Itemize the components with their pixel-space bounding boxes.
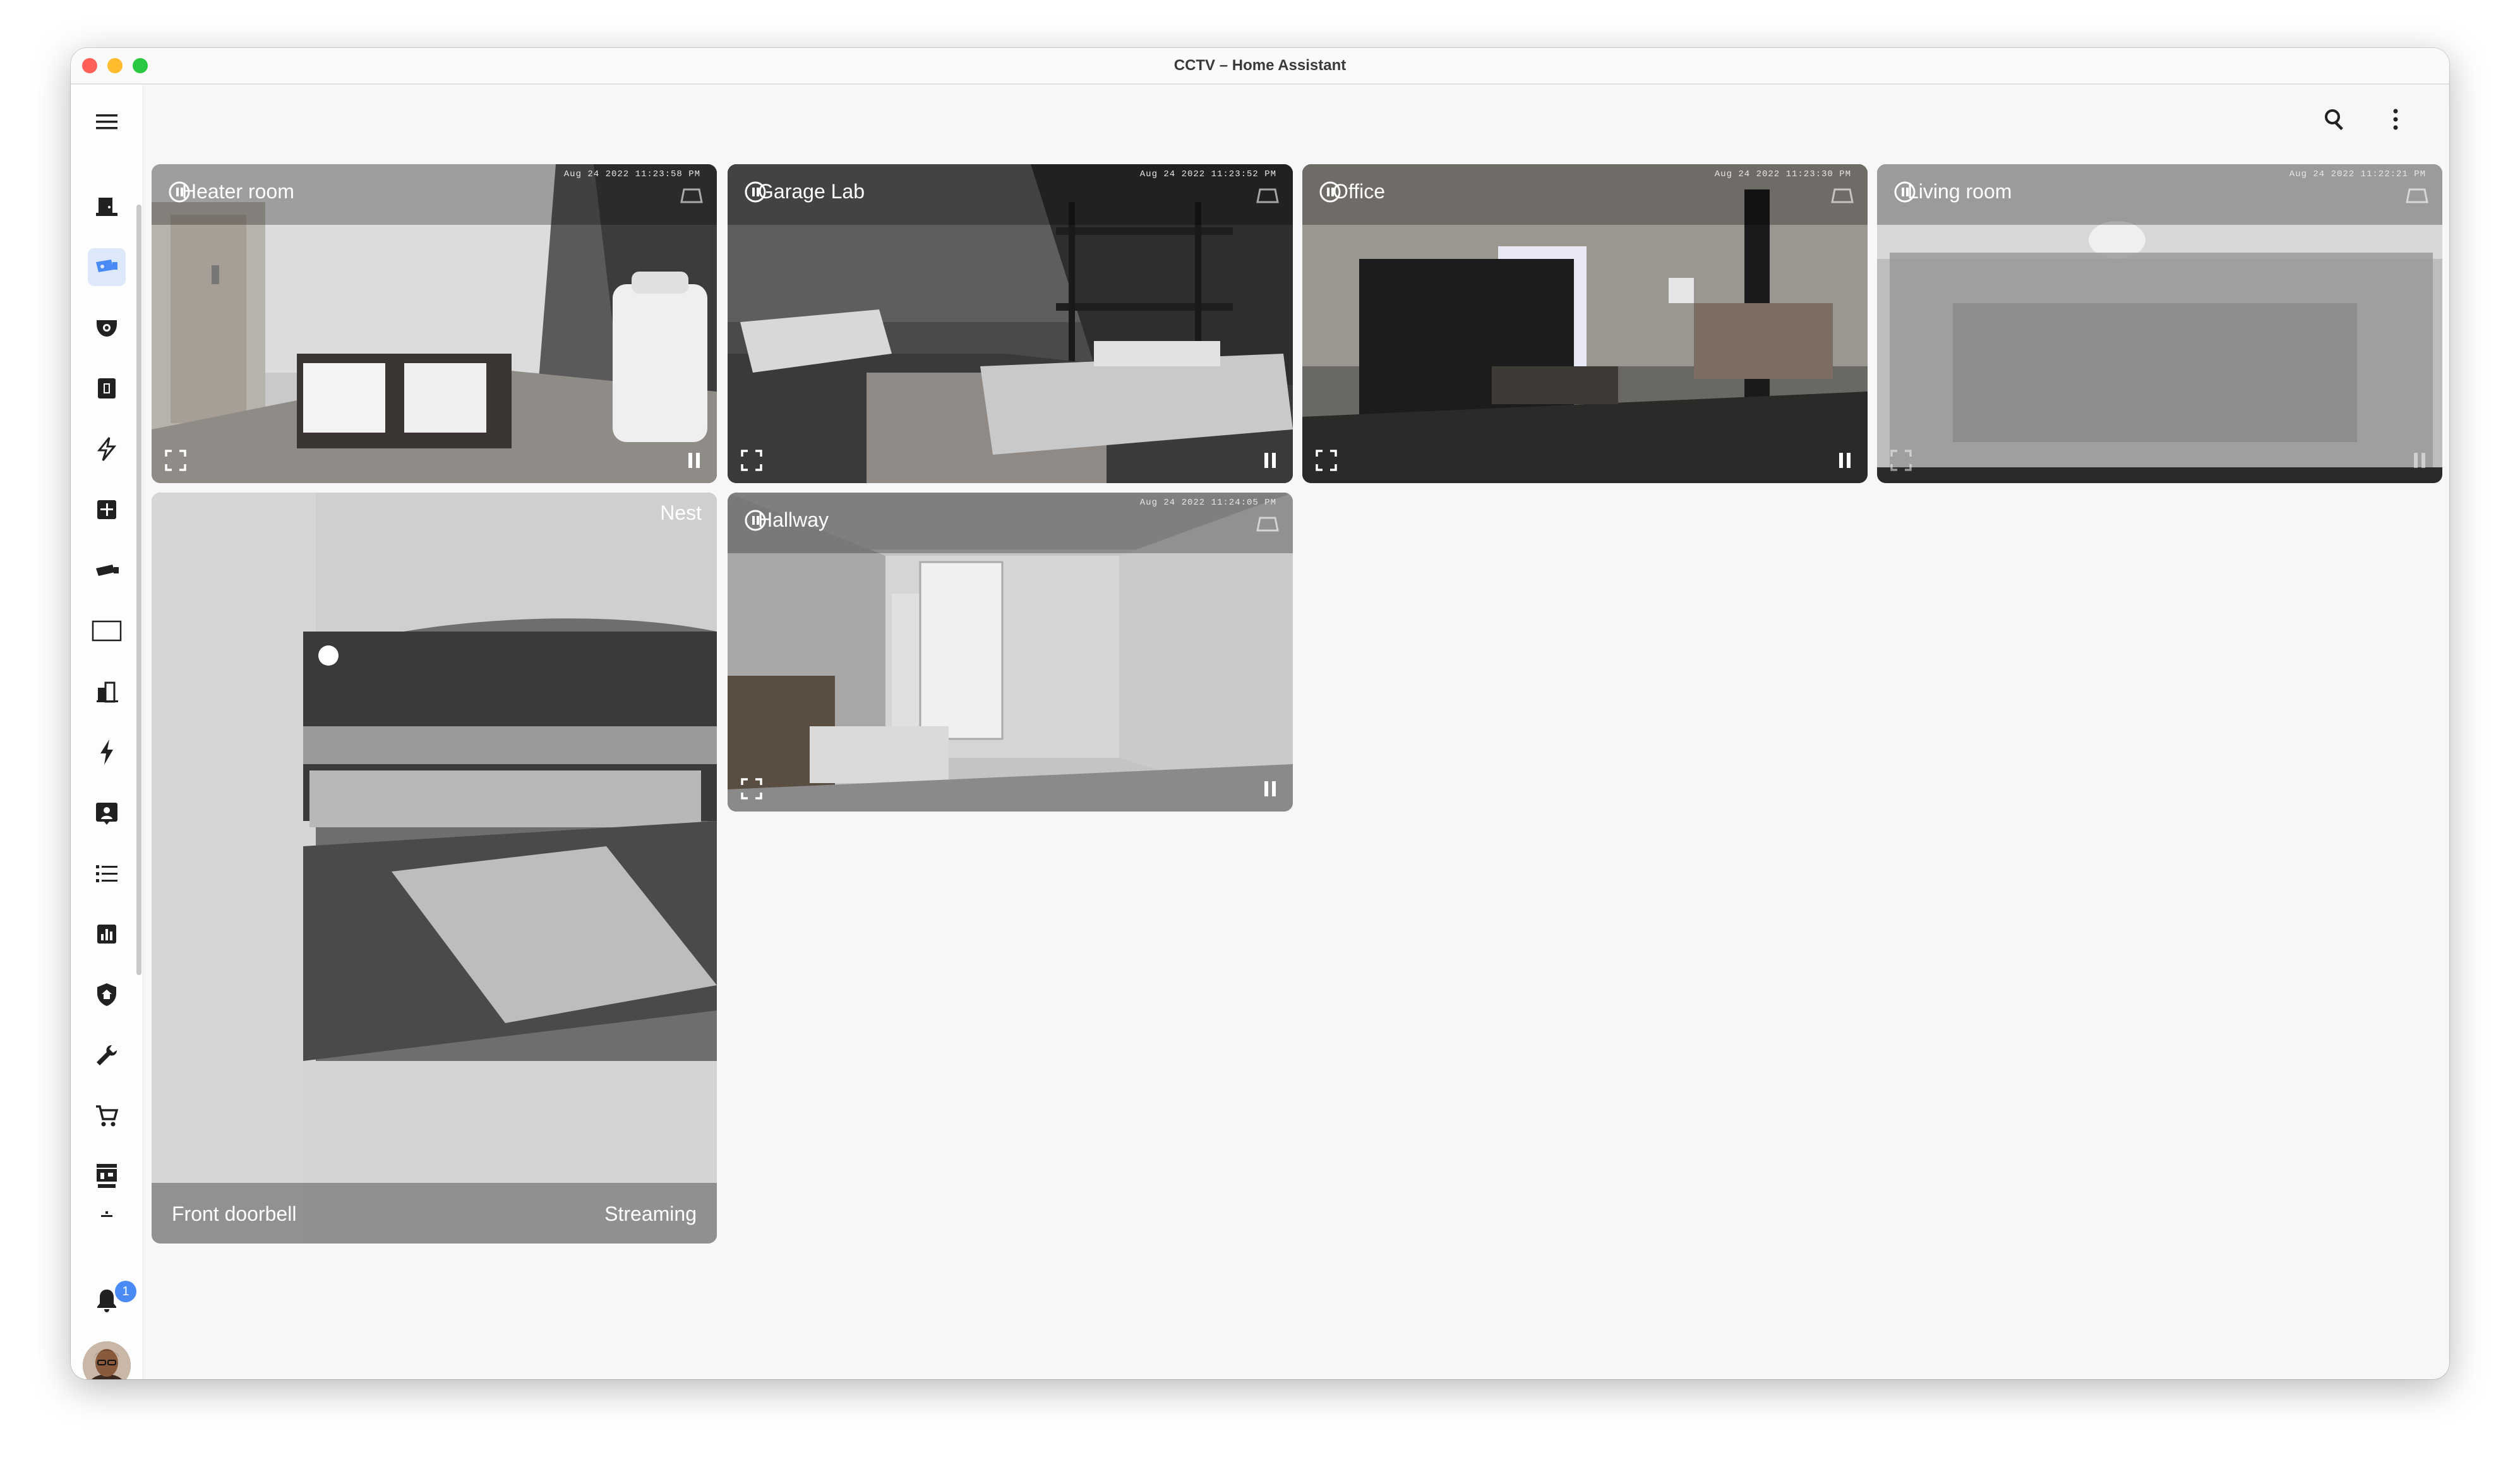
pause-icon[interactable] xyxy=(1259,777,1281,800)
fullscreen-icon[interactable] xyxy=(1315,449,1338,472)
window-title: CCTV – Home Assistant xyxy=(1173,57,1347,74)
shield-home-icon[interactable] xyxy=(88,976,126,1014)
camera-card-front-doorbell[interactable]: Nest Front doorbell Streaming xyxy=(152,493,717,1243)
window-controls xyxy=(82,58,148,73)
camera-status-icon[interactable] xyxy=(1255,183,1280,208)
more-icon[interactable] xyxy=(88,1208,126,1221)
camera-timestamp: Aug 24 2022 11:24:05 PM xyxy=(1139,498,1276,508)
calendar-icon[interactable] xyxy=(88,491,126,529)
home-dashboard-icon[interactable] xyxy=(88,188,126,225)
fullscreen-icon[interactable] xyxy=(1890,449,1912,472)
person-card-icon[interactable] xyxy=(88,794,126,832)
fullscreen-icon[interactable] xyxy=(740,449,763,472)
energy-icon[interactable] xyxy=(88,733,126,771)
fullscreen-icon[interactable] xyxy=(164,449,187,472)
pause-icon[interactable] xyxy=(1259,449,1281,472)
camera-timestamp: Aug 24 2022 11:23:58 PM xyxy=(563,169,700,179)
camera-timestamp: Aug 24 2022 11:22:21 PM xyxy=(2289,169,2426,179)
camera-name: Hallway xyxy=(758,508,829,531)
camera-feed-image xyxy=(152,493,717,1243)
camera-status-icon[interactable] xyxy=(2404,183,2430,208)
search-icon[interactable] xyxy=(2319,104,2351,135)
title-bar: CCTV – Home Assistant xyxy=(71,48,2449,85)
media-icon[interactable] xyxy=(88,369,126,407)
notifications-bell-icon[interactable]: 1 xyxy=(91,1281,136,1316)
camera-name: Garage Lab xyxy=(758,180,865,203)
doorbell-provider-label: Nest xyxy=(660,501,702,524)
building-icon[interactable] xyxy=(88,673,126,710)
pause-icon[interactable] xyxy=(683,449,705,472)
cctv-icon[interactable] xyxy=(88,248,126,286)
security-camera-icon[interactable] xyxy=(88,309,126,347)
camera-card-garage-lab[interactable]: Garage Lab Aug 24 2022 11:23:52 PM xyxy=(728,164,1293,483)
close-window-button[interactable] xyxy=(82,58,97,73)
camera-name: Office xyxy=(1333,180,1385,203)
fullscreen-icon[interactable] xyxy=(740,777,763,800)
camera-card-hallway[interactable]: Hallway Aug 24 2022 11:24:05 PM xyxy=(728,493,1293,812)
pause-icon[interactable] xyxy=(1833,449,1856,472)
sidebar-scrollbar[interactable] xyxy=(136,205,141,975)
camera-name: Living room xyxy=(1907,180,2012,203)
more-vertical-icon[interactable] xyxy=(2380,104,2411,135)
minimize-window-button[interactable] xyxy=(107,58,123,73)
camera-name: Front doorbell xyxy=(172,1202,297,1225)
stream-status: Streaming xyxy=(604,1202,697,1225)
tv-icon[interactable] xyxy=(88,612,126,650)
user-avatar[interactable] xyxy=(83,1341,131,1379)
camera-status-icon[interactable] xyxy=(1255,512,1280,537)
hacs-icon[interactable] xyxy=(88,1158,126,1195)
sidebar: 1 xyxy=(71,85,143,1379)
camera-name: Heater room xyxy=(182,180,294,203)
zoom-window-button[interactable] xyxy=(133,58,148,73)
camera-timestamp: Aug 24 2022 11:23:52 PM xyxy=(1139,169,1276,179)
camera-status-icon[interactable] xyxy=(1830,183,1855,208)
camera-status-icon[interactable] xyxy=(679,183,704,208)
flash-icon[interactable] xyxy=(88,430,126,468)
camera-card-heater-room[interactable]: Heater room Aug 24 2022 11:23:58 PM xyxy=(152,164,717,483)
chart-icon[interactable] xyxy=(88,915,126,953)
cart-icon[interactable] xyxy=(88,1097,126,1135)
app-window: CCTV – Home Assistant 1 Heater room Aug … xyxy=(71,48,2449,1379)
pause-icon[interactable] xyxy=(2408,449,2431,472)
notifications-badge: 1 xyxy=(115,1281,136,1302)
camera-timestamp: Aug 24 2022 11:23:30 PM xyxy=(1714,169,1851,179)
list-icon[interactable] xyxy=(88,854,126,892)
camera-bullet-icon[interactable] xyxy=(88,551,126,589)
wrench-icon[interactable] xyxy=(88,1036,126,1074)
hamburger-menu-icon[interactable] xyxy=(91,106,123,138)
camera-card-living-room[interactable]: Living room Aug 24 2022 11:22:21 PM xyxy=(1877,164,2442,483)
camera-card-office[interactable]: Office Aug 24 2022 11:23:30 PM xyxy=(1302,164,1868,483)
toolbar-actions xyxy=(2319,104,2411,135)
